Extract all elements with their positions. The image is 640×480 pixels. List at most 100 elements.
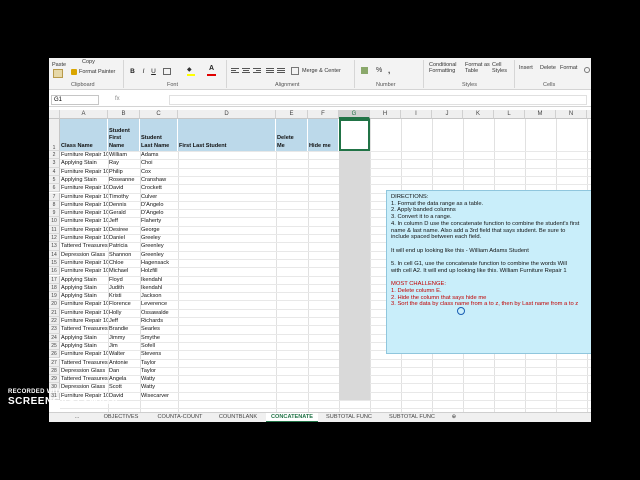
merge-center-button[interactable]: Merge & Center — [302, 68, 341, 74]
row-header[interactable]: 27 — [49, 358, 60, 367]
format-button[interactable]: Format — [560, 65, 577, 71]
column-header-d[interactable]: D — [178, 110, 276, 119]
row-header[interactable]: 11 — [49, 225, 60, 234]
column-header-j[interactable]: J — [432, 110, 463, 119]
percent-button[interactable]: % — [376, 67, 382, 74]
table-cell[interactable]: Greeley — [140, 234, 178, 242]
table-cell[interactable]: Ikendahl — [140, 276, 178, 284]
comma-button[interactable]: , — [388, 66, 390, 75]
row-header[interactable]: 4 — [49, 167, 60, 176]
row-header[interactable]: 2 — [49, 151, 60, 160]
table-cell[interactable]: Timothy — [108, 193, 140, 201]
table-cell[interactable]: Furniture Repair 102 — [60, 168, 108, 176]
table-cell[interactable]: Applying Stain — [60, 276, 108, 284]
sheet-tab[interactable]: COUNTA-COUNT — [150, 413, 210, 422]
table-cell[interactable]: Jackson — [140, 292, 178, 300]
table-cell[interactable]: Tattered Treasures — [60, 242, 108, 250]
table-cell[interactable]: Florence — [108, 300, 140, 308]
column-header-h[interactable]: H — [370, 110, 401, 119]
table-cell[interactable]: Greenley — [140, 251, 178, 259]
table-cell[interactable]: Applying Stain — [60, 176, 108, 184]
table-cell[interactable]: Jim — [108, 342, 140, 350]
table-cell[interactable]: Philip — [108, 168, 140, 176]
table-cell[interactable]: Patricia — [108, 242, 140, 250]
row-header[interactable]: 25 — [49, 341, 60, 351]
table-cell[interactable]: Floyd — [108, 276, 140, 284]
row-header[interactable]: 28 — [49, 366, 60, 376]
table-cell[interactable]: Furniture Repair 102 — [60, 309, 108, 317]
table-cell[interactable]: Crockett — [140, 184, 178, 192]
row-header[interactable]: 13 — [49, 242, 60, 251]
table-cell[interactable]: Jimmy — [108, 334, 140, 342]
first-name-header[interactable]: Student First Name — [108, 119, 140, 151]
table-cell[interactable]: Desiree — [108, 226, 140, 234]
name-box[interactable]: G1 — [51, 95, 99, 105]
table-cell[interactable]: Furniture Repair 102 — [60, 151, 108, 159]
row-header[interactable]: 20 — [49, 300, 60, 309]
column-header-b[interactable]: B — [108, 110, 140, 119]
delete-me-header[interactable]: Delete Me — [276, 119, 308, 151]
add-sheet-icon[interactable]: ⊕ — [449, 413, 459, 422]
sheet-tab[interactable]: SUBTOTAL FUNC — [320, 413, 378, 422]
table-cell[interactable]: Brandie — [108, 325, 140, 333]
column-header-i[interactable]: I — [401, 110, 432, 119]
conditional-formatting-button[interactable]: Conditional Formatting — [429, 62, 457, 74]
insert-button[interactable]: Insert — [519, 65, 533, 71]
table-cell[interactable]: Applying Stain — [60, 334, 108, 342]
table-cell[interactable]: Angela — [108, 375, 140, 383]
table-cell[interactable]: Roseanne — [108, 176, 140, 184]
underline-button[interactable]: U — [149, 67, 158, 76]
table-cell[interactable]: Furniture Repair 101 — [60, 209, 108, 217]
row-header[interactable]: 21 — [49, 308, 60, 317]
column-header-e[interactable]: E — [276, 110, 308, 119]
row-header[interactable]: 15 — [49, 258, 60, 268]
row-header[interactable]: 26 — [49, 350, 60, 359]
format-as-table-button[interactable]: Format as Table — [465, 62, 490, 74]
table-cell[interactable]: Applying Stain — [60, 159, 108, 167]
select-all-corner[interactable] — [49, 110, 60, 119]
table-cell[interactable]: Flaherty — [140, 217, 178, 225]
decrease-indent-icon[interactable] — [266, 68, 274, 74]
table-cell[interactable]: Adams — [140, 151, 178, 159]
sheet-tab[interactable]: CONCATENATE — [266, 413, 318, 422]
table-cell[interactable]: Furniture Repair 101 — [60, 259, 108, 267]
table-cell[interactable]: Furniture Repair 101 — [60, 217, 108, 225]
table-cell[interactable]: Wisecarver — [140, 392, 178, 400]
table-cell[interactable]: Michael — [108, 267, 140, 275]
row-header[interactable]: 9 — [49, 209, 60, 218]
table-cell[interactable]: Furniture Repair 101 — [60, 234, 108, 242]
fill-color-icon[interactable]: ◆ — [187, 66, 195, 74]
table-cell[interactable]: Furniture Repair 102 — [60, 226, 108, 234]
row-header[interactable]: 5 — [49, 175, 60, 185]
table-cell[interactable]: William — [108, 151, 140, 159]
row-header[interactable]: 12 — [49, 234, 60, 243]
formula-input[interactable] — [169, 95, 587, 105]
table-cell[interactable]: Tattered Treasures — [60, 375, 108, 383]
table-cell[interactable]: Applying Stain — [60, 292, 108, 300]
table-cell[interactable]: Tattered Treasures — [60, 325, 108, 333]
row-header[interactable]: 19 — [49, 292, 60, 301]
column-header-a[interactable]: A — [60, 110, 108, 119]
table-cell[interactable]: Taylor — [140, 359, 178, 367]
row-header[interactable]: 16 — [49, 267, 60, 276]
last-name-header[interactable]: Student Last Name — [140, 119, 178, 151]
column-header-g[interactable]: G — [339, 110, 370, 119]
table-cell[interactable]: Daniel — [108, 234, 140, 242]
fx-icon[interactable]: fx — [115, 95, 120, 105]
table-cell[interactable]: Antonie — [108, 359, 140, 367]
table-cell[interactable]: Furniture Repair 102 — [60, 300, 108, 308]
table-cell[interactable]: Furniture Repair 102 — [60, 267, 108, 275]
column-header-k[interactable]: K — [463, 110, 494, 119]
table-cell[interactable]: Furniture Repair 102 — [60, 193, 108, 201]
row-header[interactable]: 6 — [49, 184, 60, 193]
table-cell[interactable]: Ikendahl — [140, 284, 178, 292]
table-cell[interactable]: Culver — [140, 193, 178, 201]
row-header[interactable]: 10 — [49, 217, 60, 226]
table-cell[interactable]: Greenley — [140, 242, 178, 250]
clear-icon[interactable] — [584, 67, 590, 73]
row-header[interactable]: 24 — [49, 333, 60, 342]
row-header[interactable]: 8 — [49, 200, 60, 210]
table-cell[interactable]: Smythe — [140, 334, 178, 342]
borders-icon[interactable] — [163, 68, 171, 75]
table-cell[interactable]: Walter — [108, 350, 140, 358]
